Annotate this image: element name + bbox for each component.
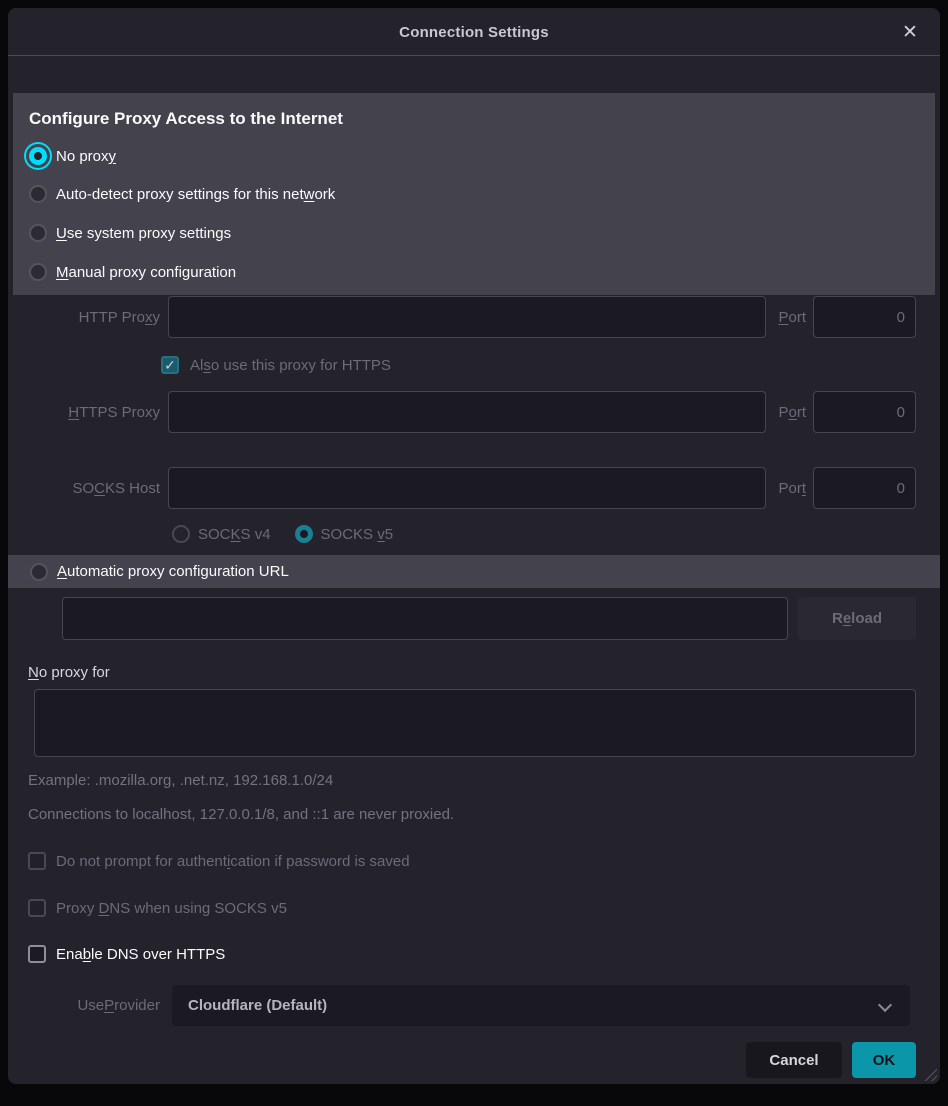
reload-button[interactable]: Reload	[798, 597, 916, 640]
close-button[interactable]: ✕	[896, 18, 924, 46]
checkbox-unchecked-icon[interactable]	[28, 899, 46, 917]
socks-v5-label: SOCKS v5	[321, 526, 394, 543]
radio-option-manual-proxy[interactable]: Manual proxy configuration	[29, 259, 236, 285]
proxy-mode-panel: Configure Proxy Access to the Internet N…	[13, 93, 935, 295]
checkbox-unchecked-icon[interactable]	[28, 945, 46, 963]
checkbox-unchecked-icon[interactable]	[28, 852, 46, 870]
http-port-input[interactable]	[813, 296, 916, 338]
radio-unselected-icon[interactable]	[29, 263, 47, 281]
no-proxy-for-label: No proxy for	[28, 659, 110, 685]
dialog-titlebar: Connection Settings ✕	[8, 8, 940, 56]
check-icon: ✓	[164, 357, 176, 374]
radio-selected-icon[interactable]	[29, 147, 47, 165]
radio-unselected-icon[interactable]	[29, 185, 47, 203]
auto-url-label: Automatic proxy configuration URL	[57, 563, 289, 580]
socks-v4-radio-icon[interactable]	[172, 525, 190, 543]
chevron-down-icon	[880, 1000, 890, 1010]
ok-button[interactable]: OK	[852, 1042, 916, 1078]
checkbox-row-no-auth-prompt[interactable]: Do not prompt for authentication if pass…	[28, 848, 410, 874]
https-proxy-label: HTTPS Proxy	[8, 391, 160, 433]
checkbox-label: Do not prompt for authentication if pass…	[56, 853, 410, 870]
radio-option-system-proxy[interactable]: Use system proxy settings	[29, 220, 231, 246]
socks-v5-radio-icon[interactable]	[295, 525, 313, 543]
socks-host-input[interactable]	[168, 467, 766, 509]
radio-option-label: Manual proxy configuration	[56, 264, 236, 281]
resize-grip[interactable]	[922, 1066, 937, 1081]
socks-v4-label: SOCKS v4	[198, 526, 271, 543]
socks-port-label: Port	[760, 467, 806, 509]
dialog-footer: Cancel OK	[746, 1042, 916, 1078]
also-https-label: Also use this proxy for HTTPS	[190, 357, 391, 374]
https-port-input[interactable]	[813, 391, 916, 433]
http-port-label: Port	[760, 296, 806, 338]
close-icon: ✕	[902, 21, 918, 44]
https-port-label: Port	[760, 391, 806, 433]
radio-option-no-proxy[interactable]: No proxy	[29, 143, 116, 169]
no-proxy-for-textarea[interactable]	[34, 689, 916, 757]
checkbox-checked-icon[interactable]: ✓	[161, 356, 179, 374]
cancel-button[interactable]: Cancel	[746, 1042, 842, 1078]
no-proxy-example-text: Example: .mozilla.org, .net.nz, 192.168.…	[28, 767, 333, 793]
checkbox-label: Proxy DNS when using SOCKS v5	[56, 900, 287, 917]
radio-option-label: Use system proxy settings	[56, 225, 231, 242]
connection-settings-dialog: Connection Settings ✕ Configure Proxy Ac…	[8, 8, 940, 1084]
localhost-note-text: Connections to localhost, 127.0.0.1/8, a…	[28, 801, 454, 827]
https-proxy-input[interactable]	[168, 391, 766, 433]
provider-selected-value: Cloudflare (Default)	[188, 997, 327, 1014]
radio-unselected-icon[interactable]	[30, 563, 48, 581]
http-proxy-label: HTTP Proxy	[8, 296, 160, 338]
radio-option-auto-detect[interactable]: Auto-detect proxy settings for this netw…	[29, 181, 335, 207]
radio-option-label: No proxy	[56, 148, 116, 165]
socks-version-row: SOCKS v4 SOCKS v5	[172, 521, 393, 547]
use-provider-label: Use Provider	[8, 985, 160, 1026]
checkbox-label: Enable DNS over HTTPS	[56, 946, 225, 963]
socks-port-input[interactable]	[813, 467, 916, 509]
radio-option-label: Auto-detect proxy settings for this netw…	[56, 186, 335, 203]
radio-option-auto-url[interactable]: Automatic proxy configuration URL	[8, 555, 940, 588]
checkbox-row-dns-over-https[interactable]: Enable DNS over HTTPS	[28, 941, 225, 967]
panel-heading: Configure Proxy Access to the Internet	[29, 109, 343, 129]
http-proxy-input[interactable]	[168, 296, 766, 338]
auto-url-input[interactable]	[62, 597, 788, 640]
dialog-title: Connection Settings	[8, 8, 940, 56]
socks-host-label: SOCKS Host	[8, 467, 160, 509]
checkbox-row-proxy-dns[interactable]: Proxy DNS when using SOCKS v5	[28, 895, 287, 921]
provider-select[interactable]: Cloudflare (Default)	[172, 985, 910, 1026]
also-https-checkbox-row[interactable]: ✓ Also use this proxy for HTTPS	[161, 352, 391, 378]
radio-unselected-icon[interactable]	[29, 224, 47, 242]
